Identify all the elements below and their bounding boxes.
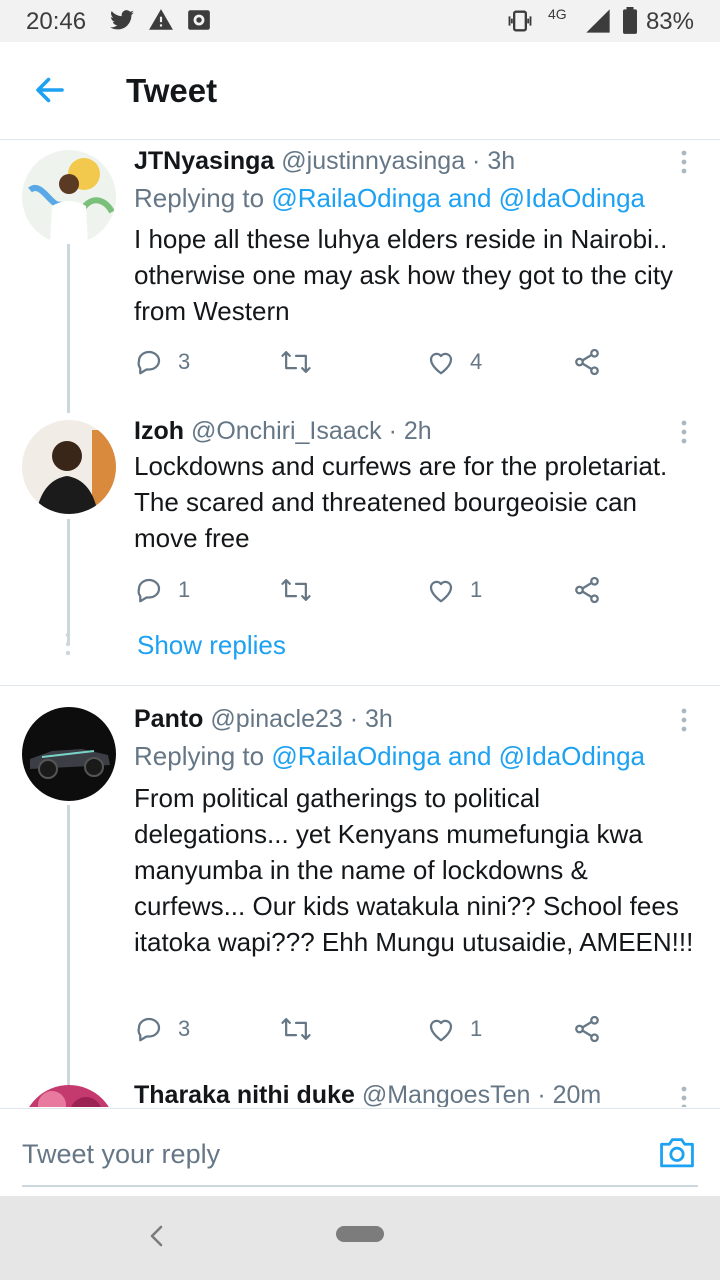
network-type: 4G [548, 6, 567, 22]
tweet-text: I hope all these luhya elders reside in … [134, 224, 674, 326]
retweet-icon [281, 1018, 311, 1040]
home-pill[interactable] [336, 1226, 384, 1242]
heart-icon [429, 1019, 453, 1042]
share-button[interactable] [572, 344, 602, 380]
share-icon [575, 1015, 599, 1043]
battery-percent: 83% [645, 8, 694, 35]
more-options-icon[interactable] [678, 1085, 690, 1107]
reply-composer: Tweet your reply [0, 1108, 720, 1196]
replying-to: Replying to @RailaOdinga and @IdaOdinga [134, 741, 645, 772]
avatar[interactable] [22, 707, 116, 801]
page-title: Tweet [126, 72, 218, 109]
heart-icon [429, 352, 453, 375]
screenshot-icon [188, 10, 210, 30]
app-header: Tweet [0, 42, 720, 140]
avatar[interactable] [22, 420, 116, 514]
divider [0, 685, 720, 686]
camera-icon[interactable] [658, 1135, 696, 1169]
author-name[interactable]: JTNyasinga [134, 147, 274, 175]
more-options-icon[interactable] [678, 707, 690, 733]
author-name[interactable]: Izoh [134, 417, 184, 445]
author-meta: @justinnyasinga · 3h [281, 147, 516, 175]
author-meta: @pinacle23 · 3h [210, 705, 393, 733]
thread-line [67, 241, 70, 413]
signal-icon [586, 9, 610, 33]
replies-feed[interactable]: JTNyasinga @justinnyasinga · 3h Replying… [0, 141, 720, 1107]
thread-gap-icon [65, 632, 71, 656]
tweet-text: Lockdowns and curfews are for the prolet… [134, 451, 668, 553]
thread-line [67, 519, 70, 643]
tweet-author-line[interactable]: Izoh @Onchiri_Isaack · 2h [134, 417, 432, 446]
replying-prefix: Replying to [134, 741, 272, 771]
share-button[interactable] [572, 1011, 602, 1047]
share-icon [575, 348, 599, 376]
author-meta: @MangoesTen · 20m [361, 1081, 602, 1107]
like-button[interactable]: 1 [426, 572, 482, 608]
author-name[interactable]: Panto [134, 705, 203, 733]
tweet-actions: 3 1 [134, 1011, 614, 1047]
thread-line [67, 805, 70, 1107]
status-time: 20:46 [26, 8, 87, 35]
reply-count: 3 [178, 1016, 191, 1041]
avatar[interactable] [22, 1085, 116, 1107]
share-button[interactable] [572, 572, 602, 608]
retweet-button[interactable] [280, 344, 326, 380]
nav-back-icon[interactable] [146, 1222, 166, 1250]
like-button[interactable]: 4 [426, 344, 482, 380]
arrow-left-icon[interactable] [32, 72, 68, 108]
tweet-actions: 3 4 [134, 344, 614, 380]
warning-icon [149, 9, 173, 30]
reply-button[interactable]: 3 [134, 1011, 190, 1047]
replying-link[interactable]: @RailaOdinga and @IdaOdinga [271, 183, 645, 213]
reply-icon [137, 1017, 161, 1042]
replying-to: Replying to @RailaOdinga and @IdaOdinga [134, 183, 645, 214]
retweet-button[interactable] [280, 1011, 326, 1047]
retweet-icon [281, 579, 311, 601]
vibrate-icon [508, 10, 532, 32]
like-count: 4 [470, 349, 483, 374]
tweet-actions: 1 1 [134, 572, 614, 608]
like-count: 1 [470, 1016, 483, 1041]
replying-prefix: Replying to [134, 183, 272, 213]
reply-icon [137, 578, 161, 603]
reply-count: 3 [178, 349, 191, 374]
author-meta: @Onchiri_Isaack · 2h [190, 417, 432, 445]
reply-button[interactable]: 3 [134, 344, 190, 380]
share-icon [575, 576, 599, 604]
reply-input[interactable]: Tweet your reply [22, 1139, 220, 1170]
retweet-button[interactable] [280, 572, 326, 608]
replying-link[interactable]: @RailaOdinga and @IdaOdinga [271, 741, 645, 771]
show-replies-link[interactable]: Show replies [137, 630, 286, 661]
reply-button[interactable]: 1 [134, 572, 190, 608]
system-nav-bar [0, 1196, 720, 1280]
tweet-author-line[interactable]: Panto @pinacle23 · 3h [134, 705, 393, 734]
avatar[interactable] [22, 150, 116, 244]
more-options-icon[interactable] [678, 419, 690, 445]
heart-icon [429, 580, 453, 603]
tweet-author-line[interactable]: JTNyasinga @justinnyasinga · 3h [134, 147, 515, 176]
twitter-icon [110, 10, 134, 30]
status-bar: 20:46 4G 83% [0, 0, 720, 42]
battery-icon [623, 7, 637, 34]
more-options-icon[interactable] [678, 149, 690, 175]
tweet-text: From political gatherings to political d… [134, 783, 694, 957]
reply-input-underline [22, 1185, 698, 1187]
reply-icon [137, 350, 161, 375]
retweet-icon [281, 351, 311, 373]
tweet-author-line[interactable]: Tharaka nithi duke @MangoesTen · 20m [134, 1081, 601, 1107]
reply-count: 1 [178, 577, 191, 602]
author-name[interactable]: Tharaka nithi duke [134, 1081, 355, 1107]
like-button[interactable]: 1 [426, 1011, 482, 1047]
like-count: 1 [470, 577, 483, 602]
